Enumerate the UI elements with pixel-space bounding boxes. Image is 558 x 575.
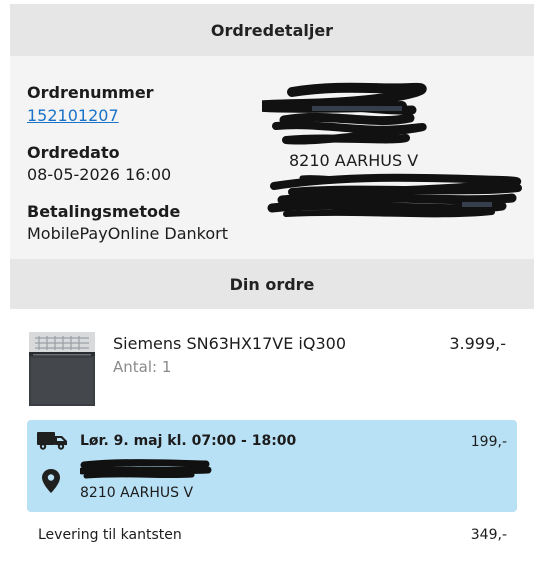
redaction-scribble — [262, 82, 522, 218]
your-order-header: Din ordre — [10, 259, 534, 309]
delivery-address-redaction — [80, 459, 212, 479]
location-pin-icon — [42, 469, 60, 493]
your-order-title: Din ordre — [229, 274, 315, 294]
payment-method-value: MobilePayOnline Dankort — [27, 224, 228, 243]
payment-method-label: Betalingsmetode — [27, 202, 181, 221]
order-number-label: Ordrenummer — [27, 83, 154, 102]
product-name: Siemens SN63HX17VE iQ300 — [113, 334, 346, 353]
curbside-delivery-label: Levering til kantsten — [38, 527, 182, 543]
curbside-delivery-price: 349,- — [470, 527, 507, 543]
order-date-label: Ordredato — [27, 143, 120, 162]
order-details-header: Ordredetaljer — [10, 4, 534, 56]
delivery-price: 199,- — [470, 434, 507, 450]
order-details-title: Ordredetaljer — [210, 20, 334, 40]
delivery-slot: Lør. 9. maj kl. 07:00 - 18:00 — [80, 433, 297, 449]
product-price: 3.999,- — [449, 334, 506, 353]
order-number-link[interactable]: 152101207 — [27, 106, 119, 125]
order-number-value[interactable]: 152101207 — [27, 106, 119, 125]
dishwasher-image — [29, 332, 95, 406]
product-quantity: Antal: 1 — [113, 358, 172, 376]
delivery-city: 8210 AARHUS V — [80, 485, 194, 501]
delivery-info-box: Lør. 9. maj kl. 07:00 - 18:00 199,- 8210… — [27, 420, 517, 512]
truck-icon — [37, 432, 67, 450]
order-date-value: 08-05-2026 16:00 — [27, 165, 172, 184]
